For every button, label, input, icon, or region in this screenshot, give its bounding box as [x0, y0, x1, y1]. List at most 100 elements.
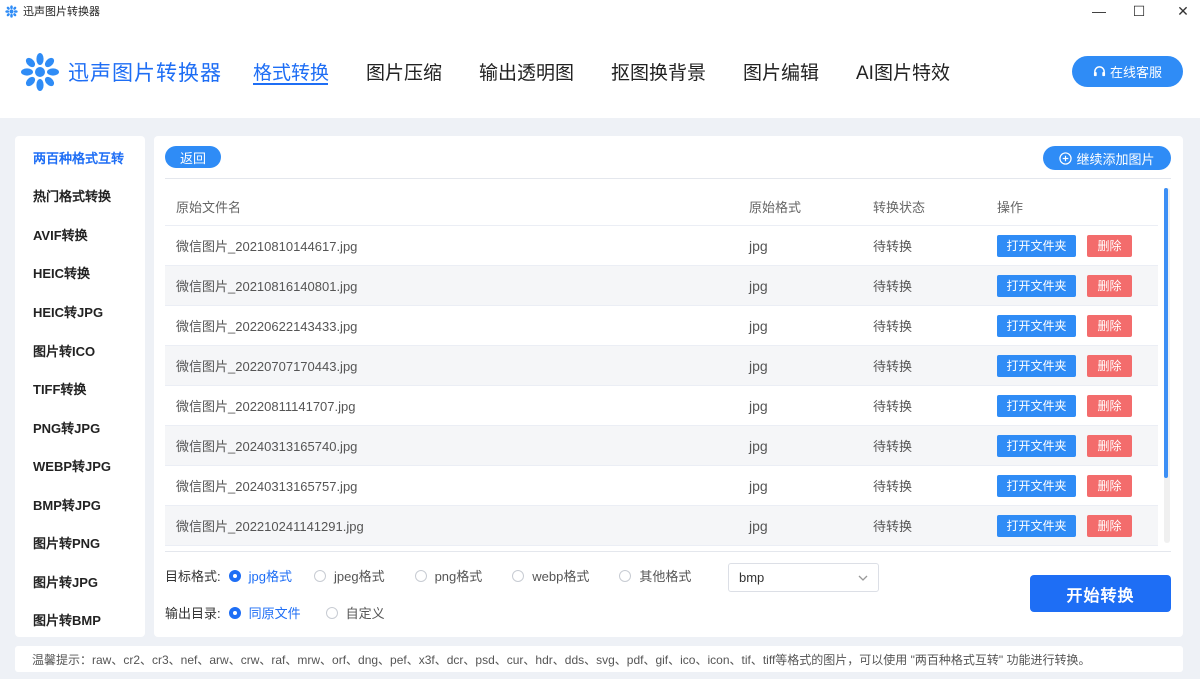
open-folder-button[interactable]: 打开文件夹 — [997, 394, 1076, 417]
open-folder-button[interactable]: 打开文件夹 — [997, 274, 1076, 297]
radio-circle — [313, 569, 326, 582]
app-header: 迅声图片转换器 格式转换 图片压缩 输出透明图 抠图换背景 图片编辑 AI图片特… — [0, 22, 1200, 118]
tab-edit[interactable]: 图片编辑 — [743, 58, 819, 85]
radio-webp[interactable]: webp格式 — [512, 566, 589, 585]
window-title: 迅声图片转换器 — [23, 6, 100, 18]
radio-jpeg[interactable]: jpeg格式 — [313, 566, 385, 585]
brand-logo-icon — [21, 53, 59, 91]
close-button[interactable]: ✕ — [1160, 0, 1200, 22]
open-folder-button[interactable]: 打开文件夹 — [997, 514, 1076, 537]
maximize-button[interactable]: ☐ — [1116, 0, 1162, 22]
radio-custom-dir[interactable]: 自定义 — [325, 603, 385, 622]
delete-button[interactable]: 删除 — [1087, 434, 1132, 457]
row-actions: 打开文件夹 删除 — [997, 394, 1158, 417]
open-folder-button[interactable]: 打开文件夹 — [997, 474, 1076, 497]
delete-button[interactable]: 删除 — [1087, 234, 1132, 257]
tab-cutout[interactable]: 抠图换背景 — [611, 58, 706, 85]
other-format-value: bmp — [739, 570, 765, 585]
file-format: jpg — [749, 237, 768, 254]
file-format: jpg — [749, 357, 768, 374]
table-body: 微信图片_20210810144617.jpg jpg 待转换 打开文件夹 删除 微信图片… — [165, 226, 1158, 546]
sidebar-item-to-jpg[interactable]: 图片转JPG — [33, 572, 98, 591]
table-row: 微信图片_20220622143433.jpg jpg 待转换 打开文件夹 删除 — [165, 306, 1158, 346]
tip-bar: 温馨提示：raw、cr2、cr3、nef、arw、crw、raf、mrw、orf… — [15, 646, 1183, 672]
convert-status: 待转换 — [873, 319, 913, 334]
radio-label: 同原文件 — [248, 606, 301, 621]
tab-transparent[interactable]: 输出透明图 — [479, 58, 574, 85]
scrollbar-thumb[interactable] — [1164, 188, 1168, 478]
file-format: jpg — [749, 477, 768, 494]
online-service-button[interactable]: 在线客服 — [1072, 56, 1183, 87]
table-row: 微信图片_20220707170443.jpg jpg 待转换 打开文件夹 删除 — [165, 346, 1158, 386]
sidebar-item-to-png[interactable]: 图片转PNG — [33, 533, 100, 552]
radio-circle — [325, 606, 338, 619]
sidebar-item-heic[interactable]: HEIC转换 — [33, 263, 90, 282]
radio-label: jpg格式 — [248, 569, 292, 584]
open-folder-button[interactable]: 打开文件夹 — [997, 434, 1076, 457]
delete-button[interactable]: 删除 — [1087, 274, 1132, 297]
delete-button[interactable]: 删除 — [1087, 394, 1132, 417]
sidebar-item-avif[interactable]: AVIF转换 — [33, 225, 88, 244]
sidebar-item-bmp-jpg[interactable]: BMP转JPG — [33, 495, 101, 514]
minimize-icon: — — [1092, 3, 1106, 19]
delete-button[interactable]: 删除 — [1087, 354, 1132, 377]
main-panel: 返回 继续添加图片 原始文件名 原始格式 转换状态 操作 微信图片_202108… — [154, 136, 1183, 637]
tab-format-convert[interactable]: 格式转换 — [253, 58, 329, 85]
back-button[interactable]: 返回 — [165, 146, 221, 168]
add-images-button[interactable]: 继续添加图片 — [1043, 146, 1171, 170]
header-actions: 操作 — [997, 200, 1024, 215]
radio-other[interactable]: 其他格式 — [619, 566, 691, 585]
file-format: jpg — [749, 397, 768, 414]
sidebar-item-popular[interactable]: 热门格式转换 — [33, 186, 111, 205]
row-actions: 打开文件夹 删除 — [997, 434, 1158, 457]
sidebar-item-tiff[interactable]: TIFF转换 — [33, 379, 86, 398]
radio-same-dir[interactable]: 同原文件 — [228, 603, 301, 622]
sidebar-item-png-jpg[interactable]: PNG转JPG — [33, 418, 100, 437]
delete-button[interactable]: 删除 — [1087, 314, 1132, 337]
radio-circle — [512, 569, 525, 582]
output-dir-row: 输出目录: 同原文件 自定义 — [165, 603, 385, 622]
other-format-select[interactable]: bmp — [728, 563, 879, 592]
sidebar-item-all-formats[interactable]: 两百种格式互转 — [33, 148, 124, 167]
brand-name: 迅声图片转换器 — [68, 62, 222, 85]
file-format: jpg — [749, 517, 768, 534]
file-name: 微信图片_20210816140801.jpg — [176, 279, 358, 294]
radio-label: jpeg格式 — [333, 569, 385, 584]
radio-circle — [414, 569, 427, 582]
start-convert-button[interactable]: 开始转换 — [1030, 575, 1171, 612]
file-name: 微信图片_20210810144617.jpg — [176, 239, 358, 254]
brand: 迅声图片转换器 — [20, 52, 222, 92]
convert-status: 待转换 — [873, 359, 913, 374]
headset-icon — [1093, 66, 1106, 77]
table-row: 微信图片_20240313165757.jpg jpg 待转换 打开文件夹 删除 — [165, 466, 1158, 506]
table-row: 微信图片_20240313165740.jpg jpg 待转换 打开文件夹 删除 — [165, 426, 1158, 466]
delete-button[interactable]: 删除 — [1087, 474, 1132, 497]
radio-png[interactable]: png格式 — [414, 566, 483, 585]
convert-status: 待转换 — [873, 439, 913, 454]
target-format-row: 目标格式: jpg格式 jpeg格式 png格式 webp格式 其他格式 — [165, 566, 691, 585]
file-format: jpg — [749, 317, 768, 334]
chevron-down-icon — [858, 575, 868, 581]
open-folder-button[interactable]: 打开文件夹 — [997, 354, 1076, 377]
delete-button[interactable]: 删除 — [1087, 514, 1132, 537]
maximize-icon: ☐ — [1132, 2, 1146, 19]
open-folder-button[interactable]: 打开文件夹 — [997, 314, 1076, 337]
radio-label: png格式 — [434, 569, 483, 584]
tab-ai-effects[interactable]: AI图片特效 — [856, 58, 950, 85]
close-icon: ✕ — [1177, 2, 1189, 19]
sidebar-item-webp-jpg[interactable]: WEBP转JPG — [33, 456, 111, 475]
row-actions: 打开文件夹 删除 — [997, 514, 1158, 537]
row-actions: 打开文件夹 删除 — [997, 274, 1158, 297]
tab-compress[interactable]: 图片压缩 — [366, 58, 442, 85]
file-name: 微信图片_20220707170443.jpg — [176, 359, 358, 374]
sidebar-item-ico[interactable]: 图片转ICO — [33, 341, 95, 360]
open-folder-button[interactable]: 打开文件夹 — [997, 234, 1076, 257]
file-name: 微信图片_20220622143433.jpg — [176, 319, 358, 334]
divider — [165, 551, 1171, 552]
radio-jpg[interactable]: jpg格式 — [228, 566, 292, 585]
sidebar-item-heic-jpg[interactable]: HEIC转JPG — [33, 302, 103, 321]
table-row: 微信图片_20220811141707.jpg jpg 待转换 打开文件夹 删除 — [165, 386, 1158, 426]
online-service-label: 在线客服 — [1109, 65, 1162, 80]
sidebar-item-to-bmp[interactable]: 图片转BMP — [33, 610, 101, 629]
target-format-label: 目标格式: — [165, 569, 221, 584]
